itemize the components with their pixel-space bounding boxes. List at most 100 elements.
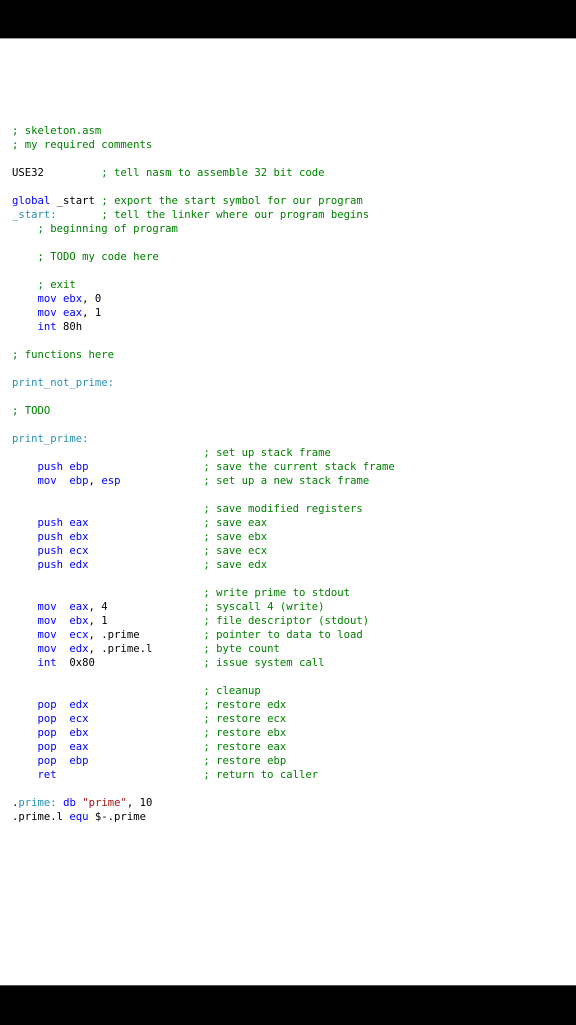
comment-token: ; save ebx: [203, 531, 268, 543]
code-line: pop eax ; restore eax: [12, 740, 395, 754]
keyword-token: db: [63, 797, 76, 809]
comment-token: ; byte count: [203, 643, 280, 655]
comment-token: ; skeleton.asm: [12, 125, 102, 137]
comment-token: ; write prime to stdout: [203, 587, 351, 599]
comment-token: ; TODO: [12, 405, 51, 417]
code-line: pop edx ; restore edx: [12, 698, 395, 712]
code-line: pop ebp ; restore ebp: [12, 754, 395, 768]
code-line: mov ecx, .prime ; pointer to data to loa…: [12, 628, 395, 642]
status-bar: [0, 0, 576, 39]
code-line: ; my required comments: [12, 138, 395, 152]
text-token: , 1: [88, 615, 204, 627]
keyword-token: mov ebx: [37, 615, 89, 627]
label-token: _start:: [12, 209, 57, 221]
code-line: ; exit: [12, 278, 395, 292]
comment-token: ; return to caller: [203, 769, 319, 781]
code-line: USE32 ; tell nasm to assemble 32 bit cod…: [12, 166, 395, 180]
label-token: print_not_prime:: [12, 377, 115, 389]
keyword-token: mov ebp: [37, 475, 89, 487]
keyword-token: ret: [37, 769, 57, 781]
text-token: , .prime.l: [88, 643, 204, 655]
keyword-token: pop edx: [37, 699, 89, 711]
keyword-token: int: [37, 321, 57, 333]
code-line: ; save modified registers: [12, 502, 395, 516]
text-token: ,: [88, 475, 102, 487]
code-line: pop ebx ; restore ebx: [12, 726, 395, 740]
keyword-token: pop ecx: [37, 713, 89, 725]
keyword-token: pop ebx: [37, 727, 89, 739]
keyword-token: global: [12, 195, 51, 207]
comment-token: ; TODO my code here: [37, 251, 159, 263]
code-line: mov eax, 4 ; syscall 4 (write): [12, 600, 395, 614]
code-editor[interactable]: ; skeleton.asm ; my required comments USE…: [12, 124, 395, 824]
code-line: ; cleanup: [12, 684, 395, 698]
code-line: ; set up stack frame: [12, 446, 395, 460]
text-token: USE32: [12, 167, 102, 179]
code-line: mov eax, 1: [12, 306, 395, 320]
comment-token: ; save ecx: [203, 545, 268, 557]
code-line: ; TODO my code here: [12, 250, 395, 264]
code-line: ; skeleton.asm: [12, 124, 395, 138]
keyword-token: mov eax: [37, 601, 89, 613]
keyword-token: mov eax: [37, 307, 83, 319]
comment-token: ; beginning of program: [37, 223, 178, 235]
code-line: pop ecx ; restore ecx: [12, 712, 395, 726]
comment-token: ; pointer to data to load: [203, 629, 363, 641]
keyword-token: int: [37, 657, 57, 669]
code-line: _start: ; tell the linker where our prog…: [12, 208, 395, 222]
label-token: prime:: [18, 797, 57, 809]
code-line: global _start ; export the start symbol …: [12, 194, 395, 208]
comment-token: ; save modified registers: [203, 503, 363, 515]
code-line: mov ebp, esp ; set up a new stack frame: [12, 474, 395, 488]
keyword-token: equ: [69, 811, 89, 823]
keyword-token: mov ebx: [37, 293, 83, 305]
text-token: , 1: [82, 307, 102, 319]
text-token: $-.prime: [88, 811, 146, 823]
keyword-token: push eax: [37, 517, 89, 529]
code-line: mov ebx, 1 ; file descriptor (stdout): [12, 614, 395, 628]
text-token: , 0: [82, 293, 102, 305]
comment-token: ; exit: [37, 279, 76, 291]
comment-token: ; save edx: [203, 559, 268, 571]
string-token: "prime": [82, 797, 127, 809]
text-token: 0x80: [56, 657, 204, 669]
comment-token: ; restore ebp: [203, 755, 287, 767]
comment-token: ; restore ebx: [203, 727, 287, 739]
text-token: .prime.l: [12, 811, 70, 823]
code-line: print_prime:: [12, 432, 395, 446]
comment-token: ; tell the linker where our program begi…: [101, 209, 370, 221]
keyword-token: mov ecx: [37, 629, 89, 641]
code-line: ; beginning of program: [12, 222, 395, 236]
